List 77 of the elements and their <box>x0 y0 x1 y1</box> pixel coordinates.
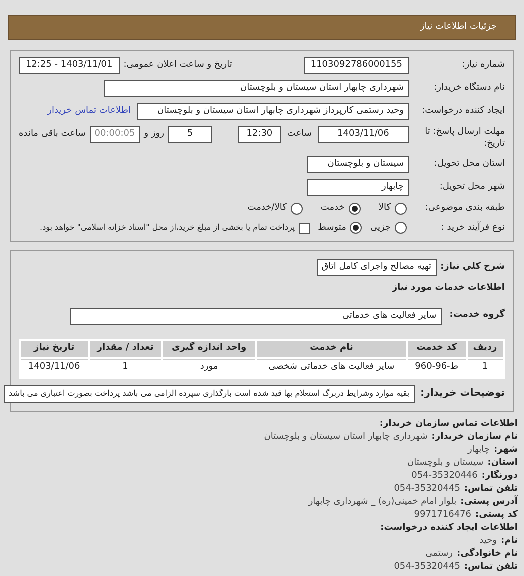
service-group-field: سایر فعالیت های خدماتی <box>70 308 442 324</box>
contact-value: 054-35320446 <box>412 470 478 482</box>
field-label: استان محل تحویل: <box>433 158 505 171</box>
contact-label: نام سازمان خریدار: <box>432 430 518 444</box>
column-header: کد خدمت <box>408 340 466 356</box>
field-label: نوع فرآیند خرید : <box>440 222 505 234</box>
table-cell: 1403/11/06 <box>21 358 88 376</box>
field-label: توضیحات خریدار: <box>420 387 505 401</box>
radio-button[interactable] <box>290 202 303 215</box>
notes-box: بقیه موارد وشرایط دربرگ استعلام بها قید شده است بارگذاری سپرده الزامی می باشد پرداخت بصورت اعتباری می باشد <box>4 384 415 402</box>
contact-value: 9971716476 <box>414 508 472 522</box>
radio-label: کالا <box>378 202 391 215</box>
field-label: گروه خدمت: <box>450 309 505 322</box>
column-header: نام خدمت <box>257 340 406 356</box>
contact-value: 054-35320445 <box>394 482 460 496</box>
field-label: شرح کلي نیاز: <box>440 260 505 274</box>
column-header: واحد اندازه گیری <box>163 340 256 356</box>
contact-value: بلوار امام خمینی(ره) _ شهرداری چابهار <box>308 496 457 508</box>
column-header: تاریخ نیاز <box>21 340 88 356</box>
summary-field: تهیه مصالح واجرای کامل اتاق <box>316 259 437 276</box>
field-label: شماره نیاز: <box>461 58 505 72</box>
contact-value: شهرداری چابهار استان سیستان و بلوچستان <box>264 430 428 444</box>
deadline-date-field: 1403/11/06 <box>318 126 409 143</box>
contact-heading: اطلاعات تماس سازمان خریدار: <box>378 418 518 430</box>
days-field: 5 <box>168 126 212 143</box>
column-header: تعداد / مقدار <box>90 340 162 356</box>
table-cell: 1 <box>468 358 503 376</box>
field-label: نام دستگاه خریدار: <box>433 82 505 95</box>
contact-label: شهر: <box>494 444 518 456</box>
field-label: ساعت باقی مانده <box>19 128 86 141</box>
remaining-time-field: 00:00:05 <box>90 126 140 143</box>
table-cell: 1 <box>90 358 162 376</box>
contact-label: نام: <box>501 534 518 548</box>
buyer-field: شهرداری چابهار استان سیستان و بلوچستان <box>104 80 409 97</box>
contact-label: دورنگار: <box>482 470 518 482</box>
page-title: جزئیات اطلاعات نیاز <box>420 20 497 34</box>
contact-label: تلفن تماس: <box>464 482 518 496</box>
checkbox[interactable] <box>299 222 310 234</box>
creator-field: وحید رستمی کارپرداز شهرداری چابهار استان سیستان و بلوچستان <box>137 103 409 120</box>
field-label: ساعت <box>287 128 312 141</box>
contact-label: آدرس پستی: <box>460 496 518 508</box>
contact-value: سیستان و بلوچستان <box>408 456 484 470</box>
field-label: طبقه بندی موضوعی: <box>424 202 505 215</box>
table-cell: سایر فعالیت های خدماتی شخصی <box>257 358 406 376</box>
need-number-field: 1103092786000155 <box>304 57 409 74</box>
field-label: شهر محل تحویل: <box>438 180 505 194</box>
field-label: ایجاد کننده درخواست: <box>421 104 505 118</box>
radio-button[interactable] <box>348 202 361 215</box>
radio-label: خدمت <box>320 202 345 215</box>
table-cell: مورد <box>163 358 256 376</box>
column-header: ردیف <box>468 340 503 356</box>
radio-button[interactable] <box>395 202 407 215</box>
contact-label: استان: <box>488 456 518 470</box>
contact-heading: اطلاعات ایجاد کننده درخواست: <box>380 522 518 534</box>
field-label: مهلت ارسال پاسخ: تا تاریخ: <box>424 126 505 150</box>
announce-date-field: 1403/11/01 - 12:25 <box>19 57 120 74</box>
contact-label: کد پستی: <box>476 508 518 522</box>
radio-button[interactable] <box>350 222 362 234</box>
checkbox-label: پرداخت تمام یا بخشی از مبلغ خرید،از محل "اسناد خزانه اسلامی" خواهد بود. <box>40 222 296 234</box>
radio-label: کالا/خدمت <box>248 202 287 215</box>
field-label: روز و <box>144 128 164 141</box>
contact-value: چابهار <box>468 444 490 456</box>
section-title: اطلاعات خدمات مورد نیاز <box>391 282 505 295</box>
table-cell: ط-96-960 <box>408 358 466 376</box>
contact-value: رستمی <box>426 548 453 560</box>
contact-label: تلفن تماس: <box>464 560 518 574</box>
radio-label: متوسط <box>318 222 346 234</box>
deadline-time-field: 12:30 <box>238 126 282 143</box>
field-label: تاریخ و ساعت اعلان عمومی: <box>124 58 232 72</box>
contact-value: وحید <box>480 534 498 548</box>
buyer-contact-link[interactable]: اطلاعات تماس خریدار <box>48 104 131 118</box>
province-field: سیستان و بلوچستان <box>307 156 409 173</box>
radio-button[interactable] <box>395 222 407 234</box>
city-field: چابهار <box>307 179 409 196</box>
contact-value: 054-35320445 <box>394 560 460 574</box>
radio-label: جزیی <box>370 222 391 234</box>
contact-label: نام خانوادگی: <box>456 548 518 560</box>
